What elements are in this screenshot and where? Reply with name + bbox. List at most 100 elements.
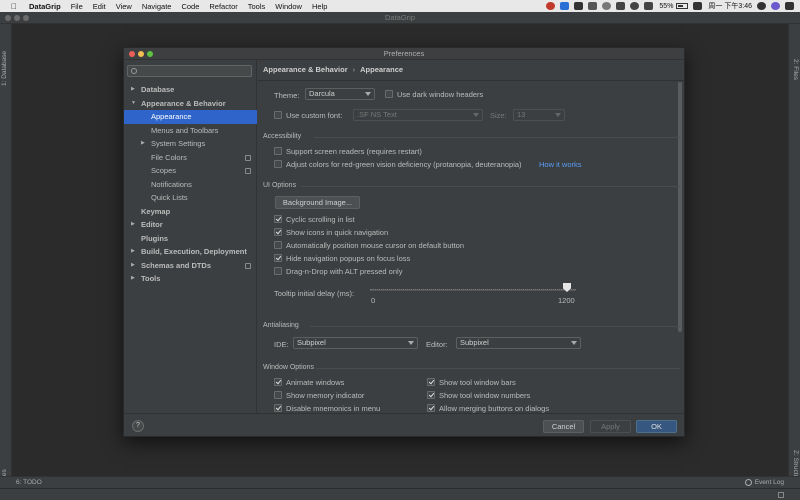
ide-aa-select[interactable]: Subpixel xyxy=(293,337,418,349)
spotlight-icon[interactable] xyxy=(757,2,766,10)
menu-code[interactable]: Code xyxy=(181,2,199,11)
tool-window-bars-checkbox[interactable] xyxy=(427,378,435,386)
cancel-button[interactable]: Cancel xyxy=(543,420,584,433)
clock[interactable]: 周一 下午3:46 xyxy=(708,1,752,11)
editor-aa-select[interactable]: Subpixel xyxy=(456,337,581,349)
menu-view[interactable]: View xyxy=(116,2,132,11)
how-it-works-link[interactable]: How it works xyxy=(539,160,582,169)
tray-bird-icon[interactable] xyxy=(588,2,598,10)
custom-font-checkbox[interactable] xyxy=(274,111,282,119)
ok-button[interactable]: OK xyxy=(636,420,677,433)
dark-headers-label: Use dark window headers xyxy=(397,90,484,99)
menu-tools[interactable]: Tools xyxy=(248,2,266,11)
menu-window[interactable]: Window xyxy=(275,2,302,11)
dialog-minimize-icon[interactable] xyxy=(138,51,144,57)
tree-node-build-execution[interactable]: ▶ Build, Execution, Deployment xyxy=(124,245,257,259)
tooltip-delay-slider[interactable] xyxy=(370,289,576,291)
theme-select[interactable]: Darcula xyxy=(305,88,375,100)
cyclic-scrolling-checkbox[interactable] xyxy=(274,215,282,223)
tray-note-icon[interactable] xyxy=(574,2,584,10)
database-tool-tab[interactable]: 1: Database xyxy=(1,51,8,86)
notification-center-icon[interactable] xyxy=(785,2,794,10)
tree-node-quick-lists[interactable]: Quick Lists xyxy=(124,191,257,205)
bottom-tool-stripe: 6: TODO Event Log xyxy=(0,476,800,488)
tray-chat-icon[interactable] xyxy=(560,2,570,10)
disable-mnemonics-label: Disable mnemonics in menu xyxy=(286,404,381,413)
screen-readers-checkbox[interactable] xyxy=(274,147,282,155)
tool-window-numbers-checkbox[interactable] xyxy=(427,391,435,399)
dialog-zoom-icon[interactable] xyxy=(147,51,153,57)
tree-node-system-settings[interactable]: ▶ System Settings xyxy=(124,137,257,151)
cyclic-scrolling-label: Cyclic scrolling in list xyxy=(286,215,355,224)
mouse-position-label: Automatically position mouse cursor on d… xyxy=(286,241,465,250)
event-log-tool-tab[interactable]: Event Log xyxy=(744,479,784,486)
settings-search-input[interactable] xyxy=(127,65,252,77)
dnd-alt-checkbox[interactable] xyxy=(274,267,282,275)
memory-indicator-checkbox[interactable] xyxy=(274,391,282,399)
custom-font-label: Use custom font: xyxy=(286,111,343,120)
bluetooth-icon[interactable] xyxy=(616,2,626,10)
font-select[interactable]: .SF NS Text xyxy=(353,109,483,121)
background-image-button[interactable]: Background Image... xyxy=(275,196,360,209)
volume-icon[interactable] xyxy=(644,2,654,10)
menu-edit[interactable]: Edit xyxy=(93,2,106,11)
merging-buttons-label: Allow merging buttons on dialogs xyxy=(439,404,550,413)
menu-file[interactable]: File xyxy=(71,2,83,11)
tree-node-database[interactable]: ▶ Database xyxy=(124,83,257,97)
quick-nav-icons-checkbox[interactable] xyxy=(274,228,282,236)
settings-tree: ▶ Database ▼ Appearance & Behavior Appeara… xyxy=(124,83,257,286)
content-scrollbar[interactable] xyxy=(678,82,682,332)
siri-icon[interactable] xyxy=(771,2,780,10)
tooltip-min-label: 0 xyxy=(371,296,376,305)
tree-node-appearance-behavior[interactable]: ▼ Appearance & Behavior xyxy=(124,97,257,111)
wifi-icon[interactable] xyxy=(630,2,640,10)
tree-node-appearance[interactable]: Appearance xyxy=(124,110,257,124)
merging-buttons-checkbox[interactable] xyxy=(427,404,435,412)
tree-node-plugins[interactable]: Plugins xyxy=(124,232,257,246)
font-size-select[interactable]: 13 xyxy=(513,109,565,121)
project-copy-icon xyxy=(245,262,251,269)
adjust-colors-checkbox[interactable] xyxy=(274,160,282,168)
help-button[interactable]: ? xyxy=(132,420,144,432)
ide-minimize-icon[interactable] xyxy=(14,15,20,21)
todo-tool-tab[interactable]: 6: TODO xyxy=(16,479,42,486)
mouse-position-checkbox[interactable] xyxy=(274,241,282,249)
disable-mnemonics-checkbox[interactable] xyxy=(274,404,282,412)
dialog-footer: ? Cancel Apply OK xyxy=(124,413,684,436)
tree-node-keymap[interactable]: Keymap xyxy=(124,205,257,219)
adjust-colors-label: Adjust colors for red-green vision defic… xyxy=(286,160,522,169)
dialog-close-icon[interactable] xyxy=(129,51,135,57)
screen-readers-label: Support screen readers (requires restart… xyxy=(286,147,422,156)
ide-close-icon[interactable] xyxy=(5,15,11,21)
tree-node-menus-toolbars[interactable]: Menus and Toolbars xyxy=(124,124,257,138)
ide-zoom-icon[interactable] xyxy=(23,15,29,21)
macos-menu-bar:  DataGrip File Edit View Navigate Code … xyxy=(0,0,800,12)
menu-help[interactable]: Help xyxy=(312,2,327,11)
app-menu[interactable]: DataGrip xyxy=(29,2,61,11)
tray-app-icon[interactable] xyxy=(546,2,556,10)
menu-navigate[interactable]: Navigate xyxy=(142,2,172,11)
menu-refactor[interactable]: Refactor xyxy=(209,2,237,11)
apply-button[interactable]: Apply xyxy=(590,420,631,433)
tree-node-tools[interactable]: ▶ Tools xyxy=(124,272,257,286)
tree-node-file-colors[interactable]: File Colors xyxy=(124,151,257,165)
battery-icon[interactable] xyxy=(676,3,689,9)
animate-windows-checkbox[interactable] xyxy=(274,378,282,386)
editor-aa-label: Editor: xyxy=(426,340,448,349)
tree-node-scopes[interactable]: Scopes xyxy=(124,164,257,178)
layout-toggle-icon[interactable] xyxy=(778,492,784,498)
files-tool-tab[interactable]: 2: Files xyxy=(792,59,799,80)
tooltip-max-label: 1200 xyxy=(558,296,575,305)
battery-percent: 55% xyxy=(659,2,674,10)
tray-cast-icon[interactable] xyxy=(602,2,612,10)
dark-headers-checkbox[interactable] xyxy=(385,90,393,98)
apple-icon[interactable]:  xyxy=(9,1,19,11)
dnd-alt-label: Drag-n-Drop with ALT pressed only xyxy=(286,267,403,276)
tree-node-schemas-dtds[interactable]: ▶ Schemas and DTDs xyxy=(124,259,257,273)
hide-popups-checkbox[interactable] xyxy=(274,254,282,262)
tree-node-editor[interactable]: ▶ Editor xyxy=(124,218,257,232)
tree-node-notifications[interactable]: Notifications xyxy=(124,178,257,192)
theme-label: Theme: xyxy=(274,91,300,100)
ide-title-bar: DataGrip xyxy=(0,12,800,24)
input-method-icon[interactable] xyxy=(693,2,703,10)
